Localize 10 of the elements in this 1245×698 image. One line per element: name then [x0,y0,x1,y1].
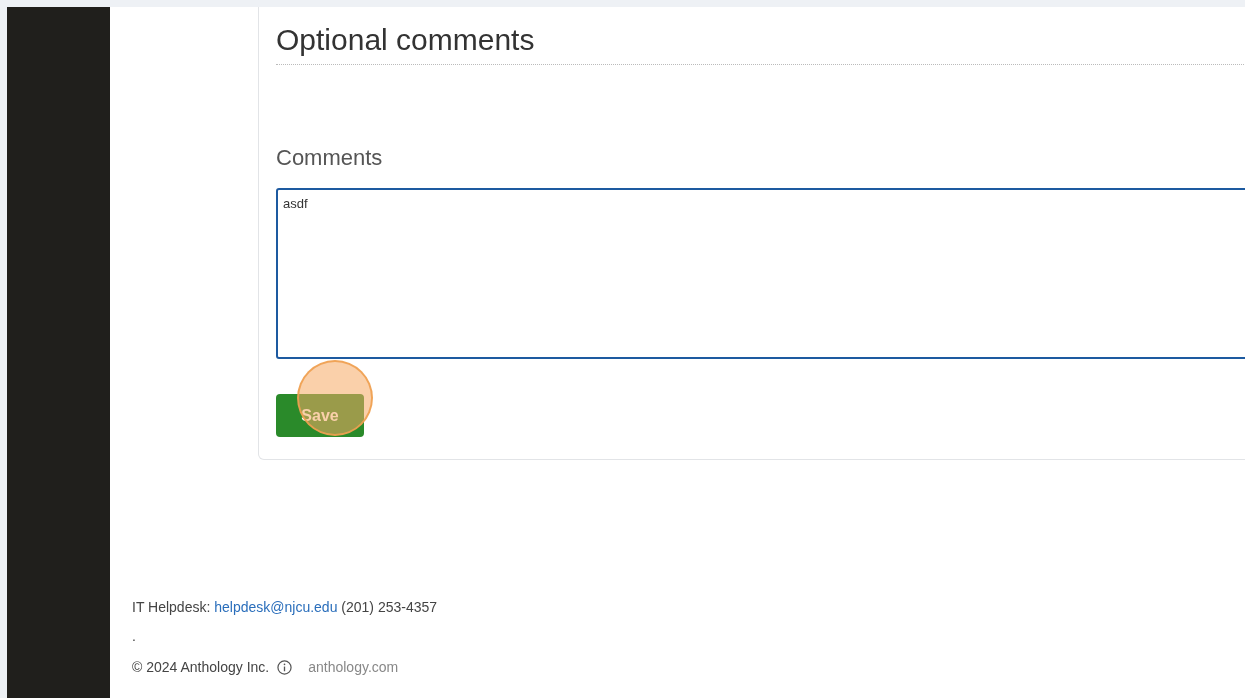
field-label: Comments [276,144,383,172]
helpdesk-label: IT Helpdesk: [132,599,211,615]
email-link[interactable]: helpdesk@njcu.edu [214,599,338,615]
section-heading: Optional comments [276,7,1245,65]
separator-mark: . [132,627,136,646]
info-icon [277,660,293,675]
phone-number: (201) 253-4357 [341,599,438,615]
comments-field[interactable]: asdf [276,188,1245,359]
site-link[interactable]: anthology.com [308,657,399,678]
copyright-text: © 2024 Anthology Inc. [132,658,270,677]
